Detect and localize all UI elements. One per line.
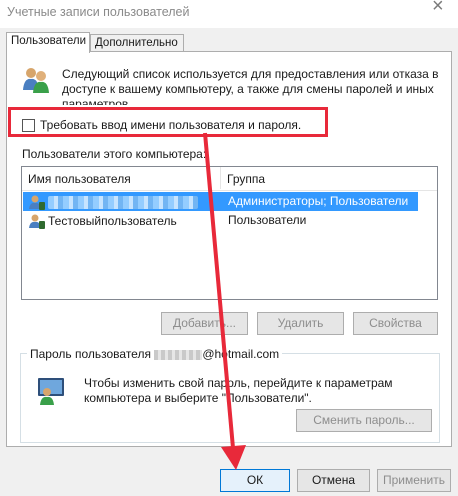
user-icon bbox=[29, 195, 45, 210]
tab-advanced[interactable]: Дополнительно bbox=[90, 34, 184, 52]
ok-button[interactable]: ОК bbox=[220, 469, 290, 492]
users-table[interactable]: Имя пользователя Группа Администраторы; … bbox=[21, 166, 438, 300]
table-header: Имя пользователя Группа bbox=[22, 167, 437, 191]
column-header-username[interactable]: Имя пользователя bbox=[28, 172, 131, 186]
table-cell-username: Тестовыйпользователь bbox=[29, 213, 177, 229]
column-divider[interactable] bbox=[220, 167, 221, 189]
column-header-group[interactable]: Группа bbox=[227, 172, 265, 186]
properties-button[interactable]: Свойства bbox=[353, 312, 438, 335]
users-list-label: Пользователи этого компьютера: bbox=[22, 147, 207, 161]
title-bar: Учетные записи пользователей × bbox=[0, 0, 458, 28]
apply-button[interactable]: Применить bbox=[377, 469, 451, 492]
close-icon[interactable]: × bbox=[432, 0, 444, 18]
window-title: Учетные записи пользователей bbox=[7, 5, 190, 19]
password-info-text: Чтобы изменить свой пароль, перейдите к … bbox=[84, 376, 393, 405]
table-row[interactable]: Администраторы; Пользователи bbox=[23, 192, 418, 211]
table-cell-username bbox=[29, 194, 198, 210]
table-row[interactable]: Тестовыйпользователь Пользователи bbox=[23, 211, 418, 230]
cancel-button[interactable]: Отмена bbox=[297, 469, 370, 492]
table-cell-group: Пользователи bbox=[228, 213, 307, 227]
add-user-button[interactable]: Добавить... bbox=[161, 312, 248, 335]
user-password-icon bbox=[38, 378, 64, 405]
redacted-email bbox=[154, 349, 203, 360]
annotation-highlight-box bbox=[8, 107, 328, 137]
password-group-title: Пароль пользователя @hotmail.com bbox=[27, 347, 283, 361]
change-password-button[interactable]: Сменить пароль... bbox=[296, 409, 432, 432]
user-icon bbox=[29, 214, 45, 229]
table-cell-group: Администраторы; Пользователи bbox=[228, 194, 409, 208]
password-group-title-prefix: Пароль пользователя bbox=[30, 347, 151, 361]
password-group-title-suffix: @hotmail.com bbox=[202, 347, 280, 361]
users-icon bbox=[23, 68, 49, 93]
tab-users[interactable]: Пользователи bbox=[6, 32, 90, 53]
intro-text: Следующий список используется для предос… bbox=[62, 67, 439, 105]
redacted-username bbox=[48, 195, 198, 209]
remove-user-button[interactable]: Удалить bbox=[257, 312, 344, 335]
username-text: Тестовыйпользователь bbox=[48, 214, 177, 228]
